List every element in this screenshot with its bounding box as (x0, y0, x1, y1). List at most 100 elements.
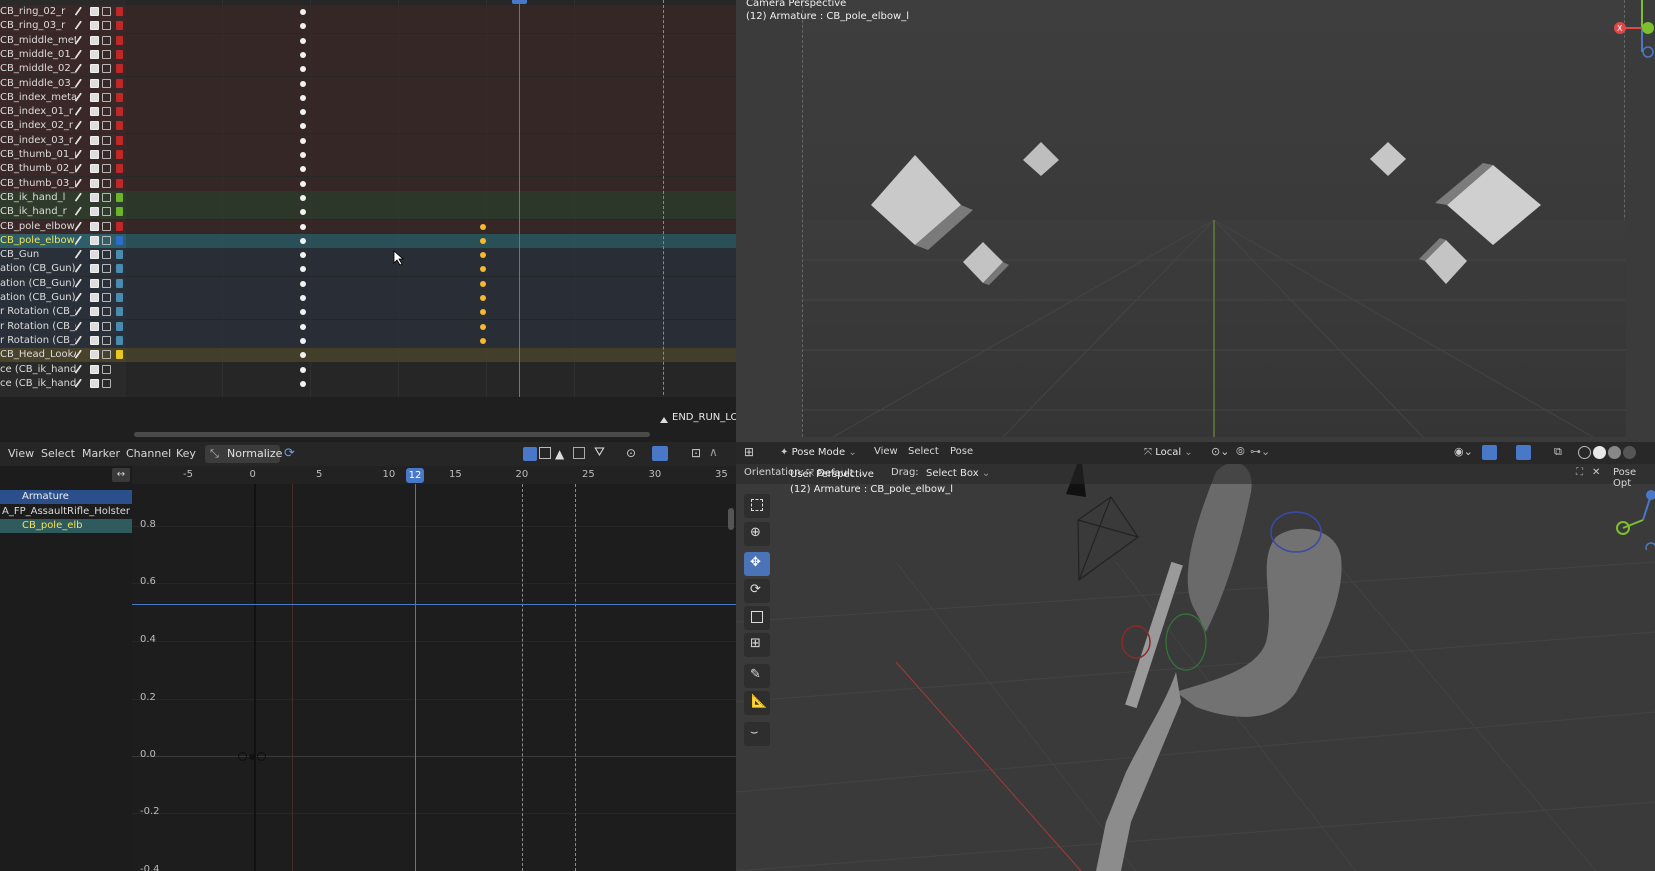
checkbox-icon[interactable] (90, 36, 99, 45)
keyframe[interactable] (300, 338, 306, 344)
tool-relax[interactable]: ⌣ (744, 722, 770, 746)
editor-type-icon[interactable]: ⊞ (744, 445, 754, 459)
keyframe-row[interactable] (126, 291, 736, 305)
keyframe-selected[interactable] (480, 224, 486, 230)
gizmo-toggle-icon[interactable] (1482, 445, 1497, 460)
dopesheet-channel[interactable]: ation (CB_Gun) (0, 262, 126, 276)
keyframe-row[interactable] (126, 248, 736, 262)
keyframe-row[interactable] (126, 134, 736, 148)
keyframe[interactable] (300, 123, 306, 129)
shading-solid-icon[interactable] (1593, 446, 1606, 459)
keyframe-row[interactable] (126, 62, 736, 76)
graph-channel[interactable]: CB_pole_elb (0, 519, 132, 533)
current-frame-handle[interactable] (512, 0, 527, 4)
wrench-icon[interactable] (74, 78, 85, 90)
checkbox-icon[interactable] (90, 322, 99, 331)
checkbox-icon[interactable] (90, 307, 99, 316)
tool-scale[interactable] (744, 606, 770, 630)
keyframe-selected[interactable] (480, 238, 486, 244)
keyframe[interactable] (300, 367, 306, 373)
proportional-icon[interactable]: ⊡ (691, 446, 701, 460)
wrench-icon[interactable] (74, 221, 85, 233)
keyframe[interactable] (300, 181, 306, 187)
checkbox-icon[interactable] (90, 179, 99, 188)
dopesheet-channel[interactable]: ation (CB_Gun) (0, 291, 126, 305)
wrench-icon[interactable] (74, 306, 85, 318)
dopesheet-channel[interactable]: CB_thumb_01_r (0, 148, 126, 162)
lock-icon[interactable] (102, 107, 111, 116)
auto-snap-icon[interactable] (652, 446, 668, 461)
tool-annotate[interactable]: ✎ (744, 664, 770, 688)
dopesheet-channel[interactable]: r Rotation (CB_G (0, 305, 126, 319)
keyframe[interactable] (300, 138, 306, 144)
refresh-icon[interactable]: ⟳ (284, 446, 295, 461)
keyframe[interactable] (300, 38, 306, 44)
checkbox-icon[interactable] (90, 21, 99, 30)
dopesheet-channel[interactable]: CB_Gun (0, 248, 126, 262)
tool-measure[interactable]: 📐 (744, 691, 770, 715)
checkbox-icon[interactable] (90, 279, 99, 288)
keyframe-row[interactable] (126, 205, 736, 219)
current-frame-indicator[interactable]: 12 (406, 468, 424, 483)
xray-icon[interactable]: ⧉ (1554, 445, 1562, 459)
wrench-icon[interactable] (74, 192, 85, 204)
lock-icon[interactable] (102, 136, 111, 145)
checkbox-icon[interactable] (90, 150, 99, 159)
viewport-navigation-gizmo[interactable] (1613, 490, 1655, 550)
wrench-icon[interactable] (74, 321, 85, 333)
dopesheet-channel[interactable]: CB_ring_03_r (0, 19, 126, 33)
graph-channel[interactable]: A_FP_AssaultRifle_Holster (0, 505, 132, 519)
keyframe[interactable] (300, 309, 306, 315)
keyframe[interactable] (300, 266, 306, 272)
show-errors-icon[interactable]: ▲ (555, 447, 564, 461)
lock-icon[interactable] (102, 7, 111, 16)
keyframe-row[interactable] (126, 19, 736, 33)
checkbox-icon[interactable] (90, 7, 99, 16)
keyframe[interactable] (300, 81, 306, 87)
wrench-icon[interactable] (74, 178, 85, 190)
lock-icon[interactable] (102, 336, 111, 345)
falloff-icon[interactable]: ∧ (709, 445, 718, 459)
dopesheet-keyframe-area[interactable] (126, 0, 736, 442)
menu-view[interactable]: View (8, 447, 34, 460)
keyframe[interactable] (300, 109, 306, 115)
viewport-menu-select[interactable]: Select (908, 446, 939, 457)
dopesheet-channel[interactable]: CB_index_metaca (0, 91, 126, 105)
checkbox-icon[interactable] (90, 264, 99, 273)
checkbox-icon[interactable] (90, 136, 99, 145)
keyframe-row[interactable] (126, 5, 736, 19)
dopesheet-channel[interactable]: CB_Head_LookAt (0, 348, 126, 362)
lock-icon[interactable] (102, 121, 111, 130)
keyframe-selected[interactable] (480, 324, 486, 330)
keyframe-row[interactable] (126, 234, 736, 248)
dopesheet-horizontal-scrollbar[interactable] (134, 432, 650, 437)
wrench-icon[interactable] (74, 149, 85, 161)
keyframe-row[interactable] (126, 262, 736, 276)
snap-icon[interactable] (573, 447, 585, 459)
pose-options-label[interactable]: Pose Opt (1613, 467, 1655, 489)
wrench-icon[interactable] (74, 235, 85, 247)
lock-icon[interactable] (102, 193, 111, 202)
lock-icon[interactable] (102, 222, 111, 231)
transform-orientation-dropdown[interactable]: ⤧ Local ⌄ (1138, 445, 1199, 461)
wrench-icon[interactable] (74, 49, 85, 61)
dopesheet-channel[interactable]: CB_middle_02_r (0, 62, 126, 76)
lock-icon[interactable] (102, 264, 111, 273)
curve-handle[interactable] (257, 752, 266, 761)
keyframe-row[interactable] (126, 191, 736, 205)
keyframe[interactable] (300, 66, 306, 72)
dopesheet-channel[interactable]: ation (CB_Gun) (0, 277, 126, 291)
lock-icon[interactable] (102, 379, 111, 388)
keyframe-row[interactable] (126, 177, 736, 191)
tool-select-box[interactable] (744, 494, 770, 518)
shading-material-icon[interactable] (1608, 446, 1621, 459)
menu-channel[interactable]: Channel (126, 447, 171, 460)
keyframe-selected[interactable] (480, 281, 486, 287)
checkbox-icon[interactable] (90, 107, 99, 116)
checkbox-icon[interactable] (90, 64, 99, 73)
collapse-icon[interactable]: ⛶ (1576, 467, 1583, 478)
filter-icon[interactable]: ⛛ (594, 445, 605, 460)
dopesheet-channel[interactable]: CB_ik_hand_l (0, 191, 126, 205)
keyframe-row[interactable] (126, 277, 736, 291)
keyframe-selected[interactable] (480, 338, 486, 344)
